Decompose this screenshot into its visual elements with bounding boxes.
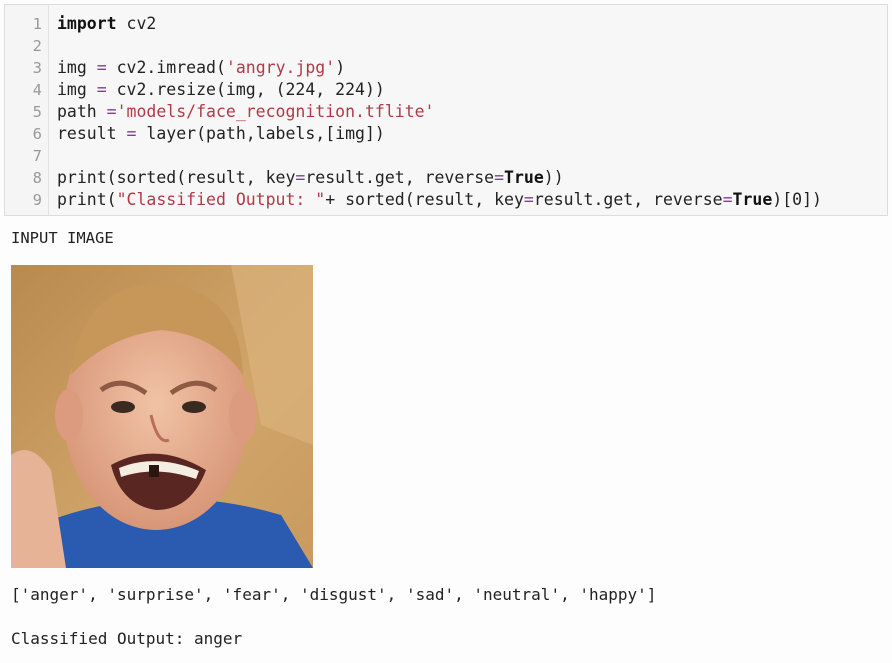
line-number: 8: [32, 169, 42, 187]
code-token: =: [295, 168, 306, 187]
code-token: result.get, reverse: [533, 190, 723, 209]
line-number: 6: [32, 125, 42, 143]
code-line[interactable]: [57, 145, 887, 167]
line-number: 2: [32, 37, 42, 55]
code-cell[interactable]: 1 2 3 4 5 6 7 8 9 import cv2 img = cv2.imread('an…: [4, 4, 888, 216]
code-token: print(: [57, 190, 117, 209]
code-token: =: [722, 190, 733, 209]
classified-output: Classified Output: anger: [11, 629, 243, 648]
code-line[interactable]: result = layer(path,labels,[img]): [57, 123, 887, 145]
sorted-result-output: ['anger', 'surprise', 'fear', 'disgust',…: [11, 585, 657, 604]
code-line[interactable]: path ='models/face_recognition.tflite': [57, 101, 887, 123]
code-token: ): [335, 58, 346, 77]
code-token: =: [96, 58, 107, 77]
line-number: 9: [32, 191, 42, 209]
code-token: print(sorted(result, key: [57, 168, 296, 187]
code-token: path: [57, 102, 107, 121]
code-token: =: [523, 190, 534, 209]
code-token: img: [57, 80, 97, 99]
angry-child-photo: [11, 265, 313, 568]
input-image: [11, 265, 313, 568]
code-token: =: [494, 168, 505, 187]
code-token: )): [543, 168, 564, 187]
code-token: 'angry.jpg': [225, 58, 336, 77]
code-token: cv2.resize(img, (224, 224)): [106, 80, 385, 99]
code-token: layer(path,labels,[img]): [136, 124, 385, 143]
code-token: cv2: [116, 14, 157, 33]
code-token: )[0]): [772, 190, 822, 209]
code-editor[interactable]: import cv2 img = cv2.imread('angry.jpg') i…: [49, 5, 887, 215]
code-token: =: [126, 124, 137, 143]
code-token: cv2.imread(: [106, 58, 226, 77]
line-number: 3: [32, 59, 42, 77]
code-line[interactable]: img = cv2.imread('angry.jpg'): [57, 57, 887, 79]
code-token: =: [106, 102, 117, 121]
code-token: =: [96, 80, 107, 99]
line-number: 4: [32, 81, 42, 99]
code-line[interactable]: print("Classified Output: "+ sorted(resu…: [57, 189, 887, 211]
line-number: 7: [32, 147, 42, 165]
line-number-gutter: 1 2 3 4 5 6 7 8 9: [5, 5, 49, 215]
code-token: True: [504, 168, 544, 187]
code-token: + sorted(result, key: [325, 190, 524, 209]
code-token: result: [57, 124, 127, 143]
code-token: 'models/face_recognition.tflite': [116, 102, 435, 121]
code-token: True: [732, 190, 773, 209]
output-label: INPUT IMAGE: [11, 229, 114, 247]
line-number: 1: [32, 15, 42, 33]
code-line[interactable]: import cv2: [57, 13, 887, 35]
code-token: result.get, reverse: [305, 168, 495, 187]
code-line[interactable]: [57, 35, 887, 57]
line-number: 5: [32, 103, 42, 121]
code-line[interactable]: img = cv2.resize(img, (224, 224)): [57, 79, 887, 101]
code-line[interactable]: print(sorted(result, key=result.get, rev…: [57, 167, 887, 189]
code-token: "Classified Output: ": [116, 190, 326, 209]
code-token: import: [57, 14, 117, 33]
code-token: img: [57, 58, 97, 77]
